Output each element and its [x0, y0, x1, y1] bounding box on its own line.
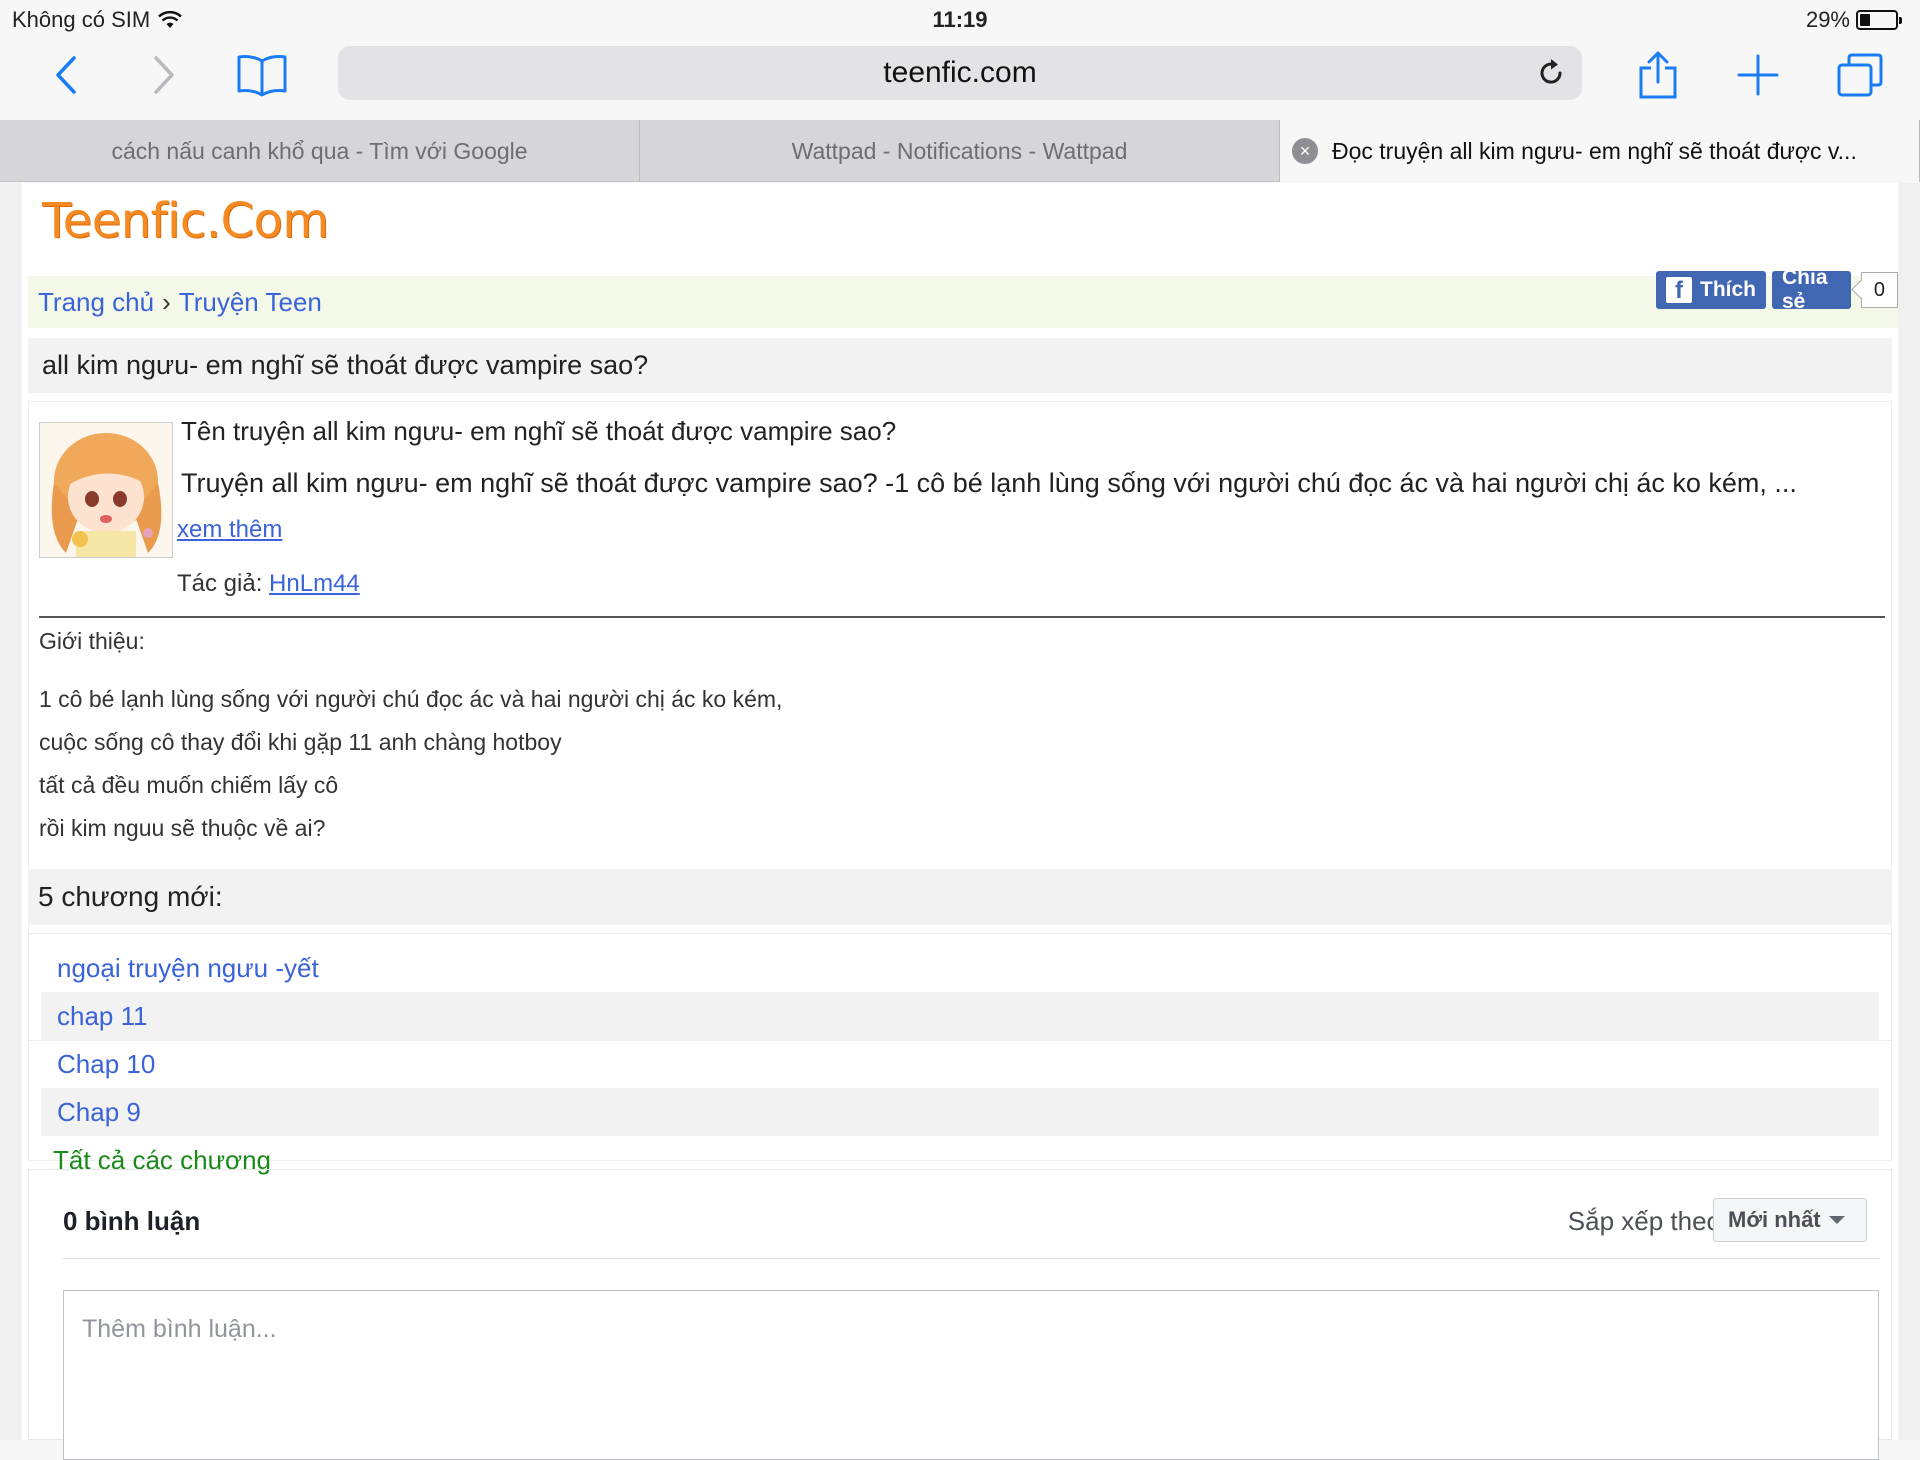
- share-icon: [1639, 51, 1677, 99]
- tab-teenfic-active[interactable]: × Đọc truyện all kim ngưu- em nghĩ sẽ th…: [1280, 120, 1920, 182]
- breadcrumb-home-link[interactable]: Trang chủ: [38, 287, 154, 318]
- like-label: Thích: [1700, 278, 1756, 301]
- share-label: Chia sẻ: [1782, 266, 1828, 313]
- facebook-icon: f: [1666, 277, 1692, 303]
- back-button[interactable]: [38, 48, 94, 102]
- battery-icon: [1856, 10, 1902, 30]
- battery-percent: 29%: [1805, 7, 1850, 32]
- site-logo[interactable]: Teenfic.Com: [42, 193, 329, 249]
- new-tab-button[interactable]: [1730, 48, 1786, 102]
- facebook-like-button[interactable]: f Thích: [1656, 271, 1766, 309]
- story-cover-image[interactable]: [39, 422, 173, 558]
- url-text: teenfic.com: [883, 56, 1037, 89]
- tab-title: Wattpad - Notifications - Wattpad: [791, 137, 1128, 164]
- tab-title: Đọc truyện all kim ngưu- em nghĩ sẽ thoá…: [1332, 137, 1857, 164]
- intro-line: rồi kim nguu sẽ thuộc về ai?: [39, 815, 326, 841]
- breadcrumb: Trang chủ › Truyện Teen: [28, 276, 1898, 328]
- comments-section: 0 bình luận Sắp xếp theo Mới nhất Thêm b…: [28, 1169, 1892, 1460]
- comment-input[interactable]: Thêm bình luận...: [63, 1290, 1879, 1460]
- divider: [39, 616, 1885, 618]
- status-bar: Không có SIM 11:19 29%: [0, 0, 1920, 40]
- story-title: all kim ngưu- em nghĩ sẽ thoát được vamp…: [28, 338, 1892, 393]
- sort-dropdown[interactable]: Mới nhất: [1713, 1198, 1867, 1242]
- chapter-link[interactable]: chap 11: [41, 992, 1879, 1040]
- intro-line: 1 cô bé lạnh lùng sống với người chú đọc…: [39, 686, 783, 712]
- comments-divider: [63, 1258, 1879, 1259]
- comment-placeholder: Thêm bình luận...: [82, 1315, 277, 1343]
- address-bar[interactable]: teenfic.com: [338, 46, 1582, 100]
- tabs-button[interactable]: [1832, 48, 1888, 102]
- share-button[interactable]: [1630, 48, 1686, 102]
- forward-icon: [154, 56, 174, 94]
- battery-indicator: 29%: [1805, 7, 1902, 33]
- bookmarks-button[interactable]: [234, 48, 290, 102]
- sort-value: Mới nhất: [1728, 1207, 1821, 1232]
- bookmarks-icon: [237, 55, 287, 97]
- tab-wattpad[interactable]: Wattpad - Notifications - Wattpad: [640, 120, 1280, 182]
- close-tab-icon[interactable]: ×: [1292, 138, 1318, 164]
- author-label: Tác giả:: [177, 570, 270, 597]
- facebook-share-button[interactable]: Chia sẻ: [1772, 266, 1851, 313]
- new-chapters-heading: 5 chương mới:: [28, 869, 1892, 925]
- new-tab-icon: [1737, 54, 1779, 96]
- author-link[interactable]: HnLm44: [269, 570, 360, 597]
- tab-google[interactable]: cách nấu canh khổ qua - Tìm với Google: [0, 120, 640, 182]
- chapter-link[interactable]: Chap 10: [41, 1040, 1879, 1088]
- chapter-link[interactable]: ngoại truyện ngưu -yết: [41, 944, 1879, 992]
- page-gutter-right: [1898, 183, 1920, 1440]
- cover-illustration: [40, 423, 172, 557]
- breadcrumb-category-link[interactable]: Truyện Teen: [179, 287, 322, 318]
- story-summary-line: Truyện all kim ngưu- em nghĩ sẽ thoát đư…: [181, 468, 1797, 498]
- breadcrumb-separator: ›: [162, 286, 171, 317]
- chapter-list: ngoại truyện ngưu -yết chap 11 Chap 10 C…: [28, 933, 1892, 1175]
- read-more-link[interactable]: xem thêm: [177, 516, 282, 544]
- like-count: 0: [1860, 272, 1898, 308]
- intro-label: Giới thiệu:: [39, 628, 145, 654]
- comment-count: 0 bình luận: [63, 1206, 201, 1236]
- story-name-line: Tên truyện all kim ngưu- em nghĩ sẽ thoá…: [181, 416, 897, 446]
- tab-bar: cách nấu canh khổ qua - Tìm với Google W…: [0, 120, 1920, 182]
- tabs-icon: [1837, 53, 1883, 97]
- intro-text: 1 cô bé lạnh lùng sống với người chú đọc…: [39, 678, 782, 850]
- web-page: Teenfic.Com Trang chủ › Truyện Teen f Th…: [22, 183, 1898, 1460]
- chapter-link[interactable]: Chap 9: [41, 1088, 1879, 1136]
- tab-title: cách nấu canh khổ qua - Tìm với Google: [111, 137, 528, 164]
- back-icon: [56, 56, 76, 94]
- clock: 11:19: [932, 7, 988, 32]
- browser-chrome: Không có SIM 11:19 29% teenfic.com: [0, 0, 1920, 120]
- chevron-down-icon: [1828, 1216, 1845, 1224]
- intro-line: tất cả đều muốn chiếm lấy cô: [39, 772, 339, 798]
- reload-icon[interactable]: [1534, 56, 1568, 90]
- facebook-buttons: f Thích Chia sẻ 0: [1656, 266, 1898, 313]
- sort-label: Sắp xếp theo: [1567, 1206, 1721, 1236]
- intro-line: cuộc sống cô thay đổi khi gặp 11 anh chà…: [39, 729, 562, 755]
- page-gutter-left: [0, 183, 22, 1440]
- forward-button[interactable]: [136, 48, 192, 102]
- author-line: Tác giả: HnLm44: [177, 570, 360, 598]
